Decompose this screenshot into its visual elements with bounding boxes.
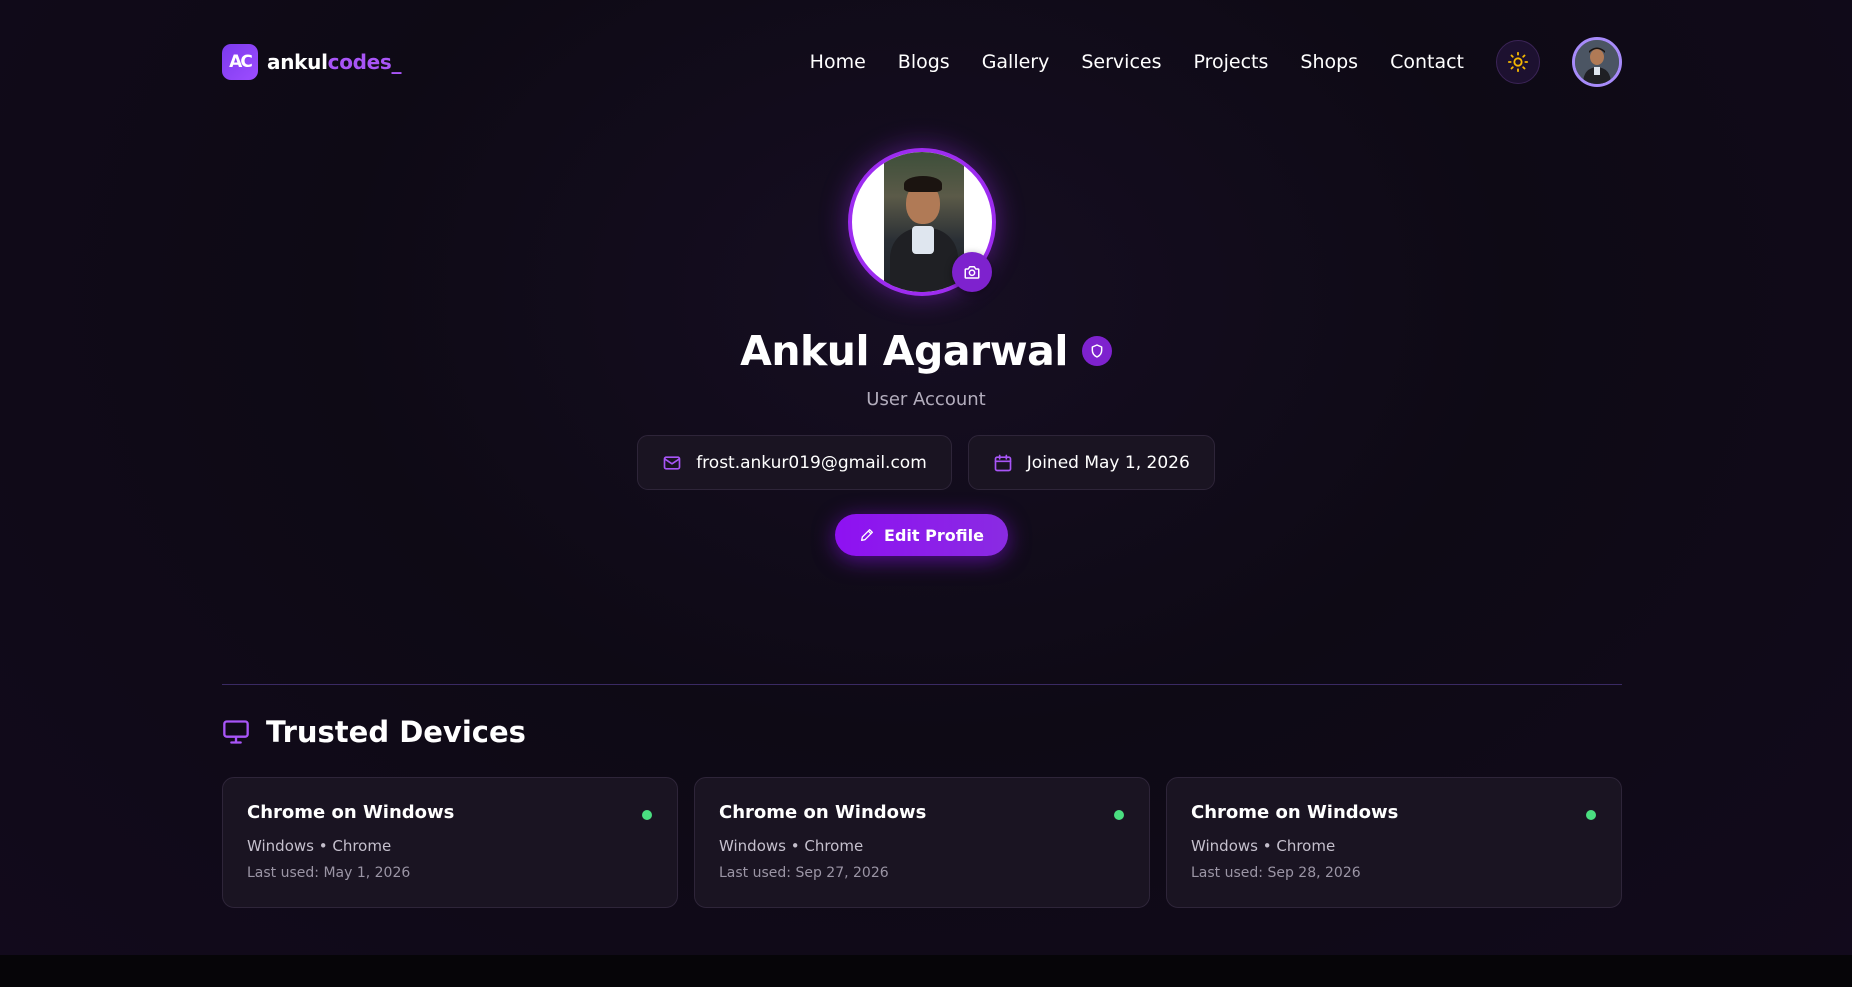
device-meta: Windows • Chrome [1191, 837, 1336, 855]
profile-avatar-wrap [848, 148, 996, 296]
camera-icon [964, 266, 980, 279]
mail-icon [663, 455, 681, 470]
device-last-used: Last used: May 1, 2026 [247, 865, 411, 881]
brand-logo-icon: AC [222, 44, 258, 80]
nav-link-contact[interactable]: Contact [1390, 51, 1464, 73]
top-navbar: AC ankulcodes_ Home Blogs Gallery Servic… [222, 34, 1622, 90]
trusted-devices-list: Chrome on Windows Windows • Chrome Last … [222, 777, 1622, 908]
nav-link-gallery[interactable]: Gallery [982, 51, 1050, 73]
nav-link-blogs[interactable]: Blogs [898, 51, 950, 73]
device-meta: Windows • Chrome [247, 837, 392, 855]
trusted-devices-header: Trusted Devices [222, 715, 526, 749]
edit-profile-button[interactable]: Edit Profile [835, 514, 1008, 556]
brand-name-part2: codes_ [327, 50, 402, 74]
profile-name: Ankul Agarwal [740, 327, 1068, 375]
nav-link-services[interactable]: Services [1081, 51, 1161, 73]
brand-name: ankulcodes_ [267, 50, 402, 74]
sun-icon [1507, 51, 1529, 73]
profile-name-row: Ankul Agarwal [0, 327, 1852, 375]
pencil-icon [861, 529, 874, 541]
email-chip: frost.ankur019@gmail.com [637, 435, 952, 490]
monitor-icon [223, 720, 249, 744]
edit-profile-label: Edit Profile [884, 525, 984, 545]
calendar-icon [994, 454, 1012, 471]
device-name: Chrome on Windows [247, 802, 455, 823]
nav-right: Home Blogs Gallery Services Projects Sho… [778, 37, 1622, 87]
nav-user-avatar[interactable] [1572, 37, 1622, 87]
joined-text: Joined May 1, 2026 [1026, 452, 1190, 473]
device-card: Chrome on Windows Windows • Chrome Last … [694, 777, 1150, 908]
device-last-used: Last used: Sep 28, 2026 [1191, 865, 1361, 881]
nav-links: Home Blogs Gallery Services Projects Sho… [778, 51, 1464, 73]
verified-badge [1081, 336, 1112, 366]
section-divider [222, 684, 1622, 685]
brand-logo-link[interactable]: AC ankulcodes_ [222, 44, 402, 80]
device-name: Chrome on Windows [719, 802, 927, 823]
nav-link-shops[interactable]: Shops [1300, 51, 1358, 73]
device-status-dot [642, 810, 652, 820]
user-avatar-image [1575, 40, 1619, 84]
device-status-dot [1114, 810, 1124, 820]
theme-toggle-button[interactable] [1496, 40, 1540, 84]
device-last-used: Last used: Sep 27, 2026 [719, 865, 889, 881]
device-status-dot [1586, 810, 1596, 820]
device-meta: Windows • Chrome [719, 837, 864, 855]
nav-link-projects[interactable]: Projects [1193, 51, 1268, 73]
profile-role: User Account [866, 389, 986, 410]
photo-collar [912, 226, 934, 254]
device-card: Chrome on Windows Windows • Chrome Last … [1166, 777, 1622, 908]
photo-hair [904, 176, 942, 192]
joined-chip: Joined May 1, 2026 [967, 435, 1215, 490]
email-text: frost.ankur019@gmail.com [696, 452, 927, 473]
shield-icon [1091, 344, 1103, 358]
footer-strip [0, 955, 1852, 987]
trusted-devices-title: Trusted Devices [266, 715, 526, 749]
nav-link-home[interactable]: Home [810, 51, 866, 73]
device-name: Chrome on Windows [1191, 802, 1399, 823]
change-photo-button[interactable] [952, 252, 992, 292]
profile-info-chips: frost.ankur019@gmail.com Joined May 1, 2… [0, 435, 1852, 490]
brand-name-part1: ankul [267, 50, 328, 74]
device-card: Chrome on Windows Windows • Chrome Last … [222, 777, 678, 908]
